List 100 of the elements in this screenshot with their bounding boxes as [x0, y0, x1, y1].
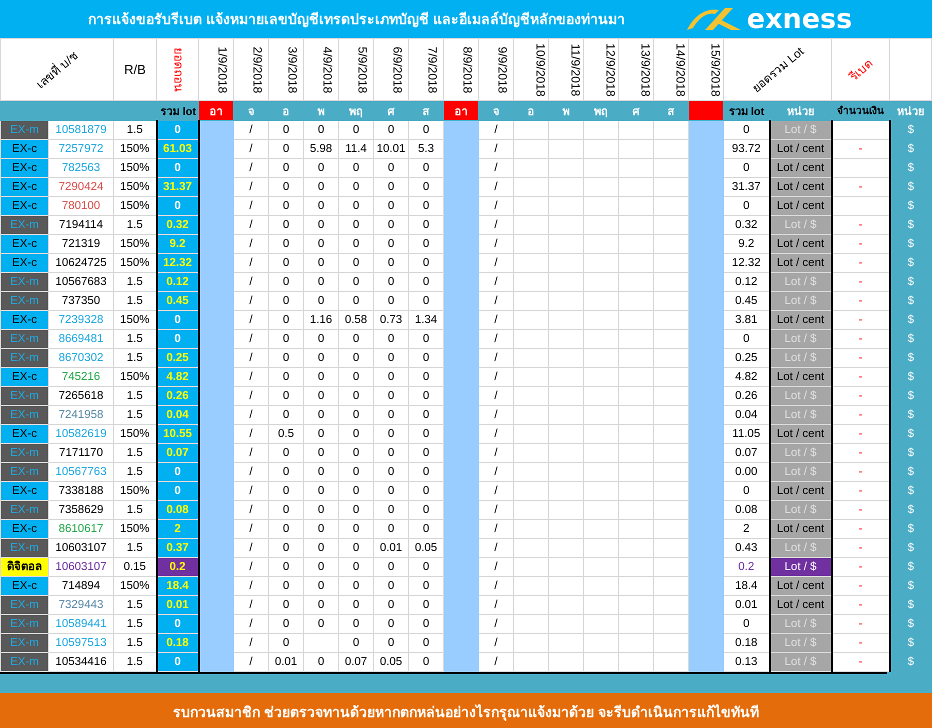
account-type-cell: EX-c	[0, 368, 48, 386]
day-cell: 0	[304, 406, 339, 424]
day-cell: 0	[374, 406, 409, 424]
unit-cell: Lot / cent	[770, 196, 832, 216]
unit-cell: Lot / cent	[770, 368, 832, 386]
currency-cell: $	[890, 652, 932, 672]
day-cell: /	[234, 614, 269, 634]
day-cell: 0	[374, 120, 409, 140]
day-cell: 0.01	[374, 538, 409, 558]
unit-cell: Lot / cent	[770, 576, 832, 596]
weekday-header: อา	[198, 100, 234, 120]
total-lot-cell: 0.18	[156, 634, 199, 652]
currency-cell: $	[890, 158, 932, 178]
day-cell: 0	[338, 196, 374, 216]
currency-cell: $	[890, 368, 932, 386]
day-cell: /	[478, 368, 514, 386]
unit-cell: Lot / $	[770, 634, 832, 652]
currency-cell: $	[890, 406, 932, 424]
day-cell: 0	[268, 158, 304, 178]
day-cell: /	[478, 406, 514, 424]
day-cell: 0	[268, 444, 304, 462]
day-cell: 0	[374, 500, 409, 520]
day-cell: 0	[374, 216, 409, 234]
day-cell: 0	[374, 158, 409, 178]
currency-cell: $	[890, 348, 932, 368]
account-number: 721319	[48, 234, 114, 254]
account-type-cell: EX-m	[0, 348, 48, 368]
day-cell: 0	[374, 634, 409, 652]
day-cell: /	[478, 444, 514, 462]
unit-cell: Lot / $	[770, 652, 832, 672]
account-number: 737350	[48, 292, 114, 310]
date-header: 6/9/2018	[390, 46, 404, 94]
date-header: 4/9/2018	[320, 46, 334, 94]
currency-cell: $	[890, 576, 932, 596]
day-cell: 0	[304, 330, 339, 348]
day-cell: 0	[338, 538, 374, 558]
account-number: 7257972	[48, 140, 114, 158]
day-cell: 0	[374, 368, 409, 386]
day-cell: 0	[338, 500, 374, 520]
currency-cell: $	[890, 424, 932, 444]
holiday-cell	[688, 652, 724, 672]
day-cell: 0	[268, 386, 304, 406]
day-cell: 0	[338, 158, 374, 178]
day-cell: 0	[304, 178, 339, 196]
day-cell: /	[478, 652, 514, 672]
day-cell: 0	[304, 216, 339, 234]
currency-cell: $	[890, 272, 932, 292]
day-cell: 0	[374, 424, 409, 444]
total-lot-cell: 0.04	[156, 406, 199, 424]
day-cell: 0	[268, 178, 304, 196]
currency-cell: $	[890, 386, 932, 406]
day-cell: /	[234, 596, 269, 614]
account-type-cell: EX-c	[0, 234, 48, 254]
account-number: 7338188	[48, 482, 114, 500]
total-lot-cell: 0.12	[156, 272, 199, 292]
day-cell: /	[478, 178, 514, 196]
currency-cell: $	[890, 140, 932, 158]
account-number: 10534416	[48, 652, 114, 672]
account-number: 10567683	[48, 272, 114, 292]
currency-cell: $	[890, 234, 932, 254]
date-header: 2/9/2018	[250, 46, 264, 94]
day-cell: 0	[338, 272, 374, 292]
account-number: 7358629	[48, 500, 114, 520]
account-number: 745216	[48, 368, 114, 386]
unit-cell: Lot / $	[770, 406, 832, 424]
day-cell: 0.5	[268, 424, 304, 444]
day-cell: 0	[304, 196, 339, 216]
day-cell: 1.16	[304, 310, 339, 330]
day-cell: 11.4	[338, 140, 374, 158]
day-cell: /	[234, 558, 269, 576]
unit-cell: Lot / $	[770, 444, 832, 462]
account-number: 10603107	[48, 538, 114, 558]
footer-note: รบกวนสมาชิก ช่วยตรวจทานด้วยหากตกหล่นอย่างไรกรุณาแจ้งมาด้วย จะรีบดำเนินการแก้ไขทันที	[173, 703, 759, 723]
account-type-cell: EX-m	[0, 596, 48, 614]
account-type-cell: EX-c	[0, 520, 48, 538]
day-cell: 0	[304, 254, 339, 272]
unit-cell: Lot / cent	[770, 178, 832, 196]
weekday-header: พ	[304, 100, 339, 120]
day-cell: /	[478, 292, 514, 310]
day-cell: 0	[338, 444, 374, 462]
account-number: 7239328	[48, 310, 114, 330]
day-cell: /	[478, 310, 514, 330]
day-cell: /	[234, 234, 269, 254]
account-number: 10582619	[48, 424, 114, 444]
day-cell: /	[234, 444, 269, 462]
column-header: R/B	[124, 62, 146, 77]
day-cell: /	[478, 386, 514, 406]
day-cell: /	[234, 538, 269, 558]
account-type-cell: EX-m	[0, 272, 48, 292]
total-lot-cell: 4.82	[156, 368, 199, 386]
unit-cell: Lot / $	[770, 538, 832, 558]
account-type-cell: EX-c	[0, 482, 48, 500]
account-number: 8669481	[48, 330, 114, 348]
day-cell: 0	[374, 292, 409, 310]
unit-cell: Lot / $	[770, 292, 832, 310]
day-cell: /	[478, 120, 514, 140]
day-cell: 0	[374, 558, 409, 576]
weekday-header: ศ	[618, 100, 654, 120]
currency-cell: $	[890, 538, 932, 558]
day-cell: /	[478, 558, 514, 576]
